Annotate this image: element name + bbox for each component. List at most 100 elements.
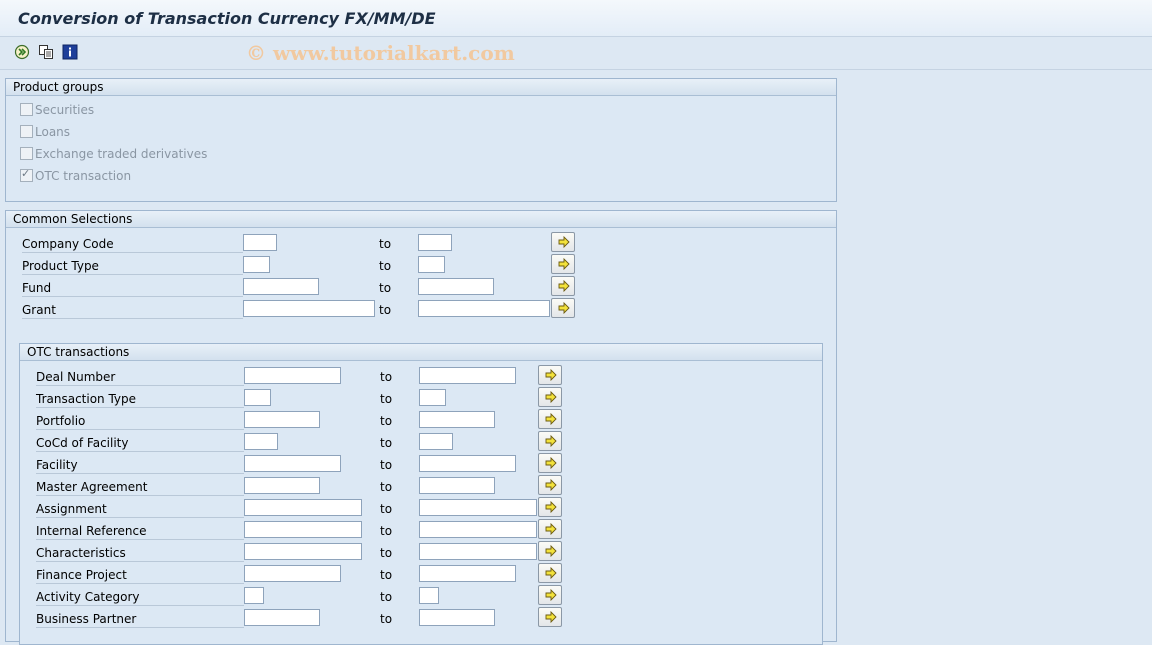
grant-from-input[interactable] (243, 300, 375, 317)
checkmark-icon: ✓ (21, 167, 31, 180)
multiple-selection-button[interactable] (551, 254, 575, 274)
multiple-selection-button[interactable] (538, 607, 562, 627)
selection-row-finance-project: Finance Project to (20, 563, 820, 586)
fund-from-input[interactable] (243, 278, 319, 295)
checkbox-securities[interactable]: Securities (20, 102, 94, 118)
checkbox-loans[interactable]: Loans (20, 124, 70, 140)
internal-reference-from-input[interactable] (244, 521, 362, 538)
checkbox[interactable] (20, 147, 33, 160)
to-label: to (379, 303, 392, 317)
otc-transactions-box: OTC transactions Deal Number to Transactio… (19, 343, 823, 645)
cocd-of-facility-to-input[interactable] (419, 433, 453, 450)
to-label: to (380, 414, 393, 428)
multiple-selection-button[interactable] (538, 387, 562, 407)
finance-project-to-input[interactable] (419, 565, 516, 582)
to-label: to (379, 281, 392, 295)
assignment-from-input[interactable] (244, 499, 362, 516)
to-label: to (380, 502, 393, 516)
checkbox-label: Exchange traded derivatives (35, 147, 208, 161)
portfolio-to-input[interactable] (419, 411, 495, 428)
master-agreement-from-input[interactable] (244, 477, 320, 494)
multiple-selection-button[interactable] (551, 276, 575, 296)
finance-project-from-input[interactable] (244, 565, 341, 582)
selection-row-grant: Grant to (6, 298, 806, 321)
deal-number-from-input[interactable] (244, 367, 341, 384)
checkbox-label: Loans (35, 125, 71, 139)
facility-to-input[interactable] (419, 455, 516, 472)
multiple-selection-button[interactable] (538, 431, 562, 451)
checkbox[interactable] (20, 125, 33, 138)
to-label: to (380, 524, 393, 538)
common-selections-header: Common Selections (6, 211, 836, 228)
business-partner-from-input[interactable] (244, 609, 320, 626)
product-type-from-input[interactable] (243, 256, 270, 273)
variant-icon[interactable] (38, 44, 54, 60)
checkbox-otc-transaction[interactable]: ✓ OTC transaction (20, 167, 131, 184)
field-label: Master Agreement (36, 476, 244, 496)
portfolio-from-input[interactable] (244, 411, 320, 428)
checkbox[interactable] (20, 103, 33, 116)
multiple-selection-button[interactable] (538, 365, 562, 385)
selection-row-activity-category: Activity Category to (20, 585, 820, 608)
multiple-selection-button[interactable] (538, 475, 562, 495)
master-agreement-to-input[interactable] (419, 477, 495, 494)
field-label: Deal Number (36, 366, 244, 386)
to-label: to (379, 237, 392, 251)
multiple-selection-button[interactable] (551, 232, 575, 252)
selection-row-portfolio: Portfolio to (20, 409, 820, 432)
field-label: Facility (36, 454, 244, 474)
multiple-selection-button[interactable] (538, 453, 562, 473)
field-label: Transaction Type (36, 388, 244, 408)
multiple-selection-button[interactable] (551, 298, 575, 318)
field-label: Portfolio (36, 410, 244, 430)
characteristics-from-input[interactable] (244, 543, 362, 560)
business-partner-to-input[interactable] (419, 609, 495, 626)
multiple-selection-button[interactable] (538, 585, 562, 605)
watermark-text: © www.tutorialkart.com (246, 41, 515, 65)
company-code-to-input[interactable] (418, 234, 452, 251)
grant-to-input[interactable] (418, 300, 550, 317)
field-label: Business Partner (36, 608, 244, 628)
field-label: Grant (22, 299, 243, 319)
to-label: to (380, 392, 393, 406)
multiple-selection-button[interactable] (538, 563, 562, 583)
field-label: Company Code (22, 233, 243, 253)
deal-number-to-input[interactable] (419, 367, 516, 384)
application-toolbar: © www.tutorialkart.com (0, 37, 1152, 70)
checkbox-checked[interactable]: ✓ (20, 167, 33, 182)
cocd-of-facility-from-input[interactable] (244, 433, 278, 450)
selection-row-product-type: Product Type to (6, 254, 806, 277)
internal-reference-to-input[interactable] (419, 521, 537, 538)
product-groups-header: Product groups (6, 79, 836, 96)
to-label: to (380, 590, 393, 604)
selection-row-deal-number: Deal Number to (20, 365, 820, 388)
to-label: to (380, 612, 393, 626)
assignment-to-input[interactable] (419, 499, 537, 516)
activity-category-from-input[interactable] (244, 587, 264, 604)
to-label: to (380, 568, 393, 582)
activity-category-to-input[interactable] (419, 587, 439, 604)
info-icon[interactable] (62, 44, 78, 60)
multiple-selection-button[interactable] (538, 409, 562, 429)
multiple-selection-button[interactable] (538, 541, 562, 561)
execute-icon[interactable] (14, 44, 30, 60)
selection-row-business-partner: Business Partner to (20, 607, 820, 630)
transaction-type-to-input[interactable] (419, 389, 446, 406)
to-label: to (380, 546, 393, 560)
fund-to-input[interactable] (418, 278, 494, 295)
common-selections-box: Common Selections Company Code to Product … (5, 210, 837, 645)
to-label: to (380, 458, 393, 472)
selection-row-transaction-type: Transaction Type to (20, 387, 820, 410)
to-label: to (379, 259, 392, 273)
checkbox-exchange-traded-derivatives[interactable]: Exchange traded derivatives (20, 146, 207, 162)
multiple-selection-button[interactable] (538, 519, 562, 539)
product-type-to-input[interactable] (418, 256, 445, 273)
characteristics-to-input[interactable] (419, 543, 537, 560)
facility-from-input[interactable] (244, 455, 341, 472)
company-code-from-input[interactable] (243, 234, 277, 251)
transaction-type-from-input[interactable] (244, 389, 271, 406)
selection-row-internal-reference: Internal Reference to (20, 519, 820, 542)
multiple-selection-button[interactable] (538, 497, 562, 517)
field-label: Fund (22, 277, 243, 297)
selection-row-company-code: Company Code to (6, 232, 806, 255)
